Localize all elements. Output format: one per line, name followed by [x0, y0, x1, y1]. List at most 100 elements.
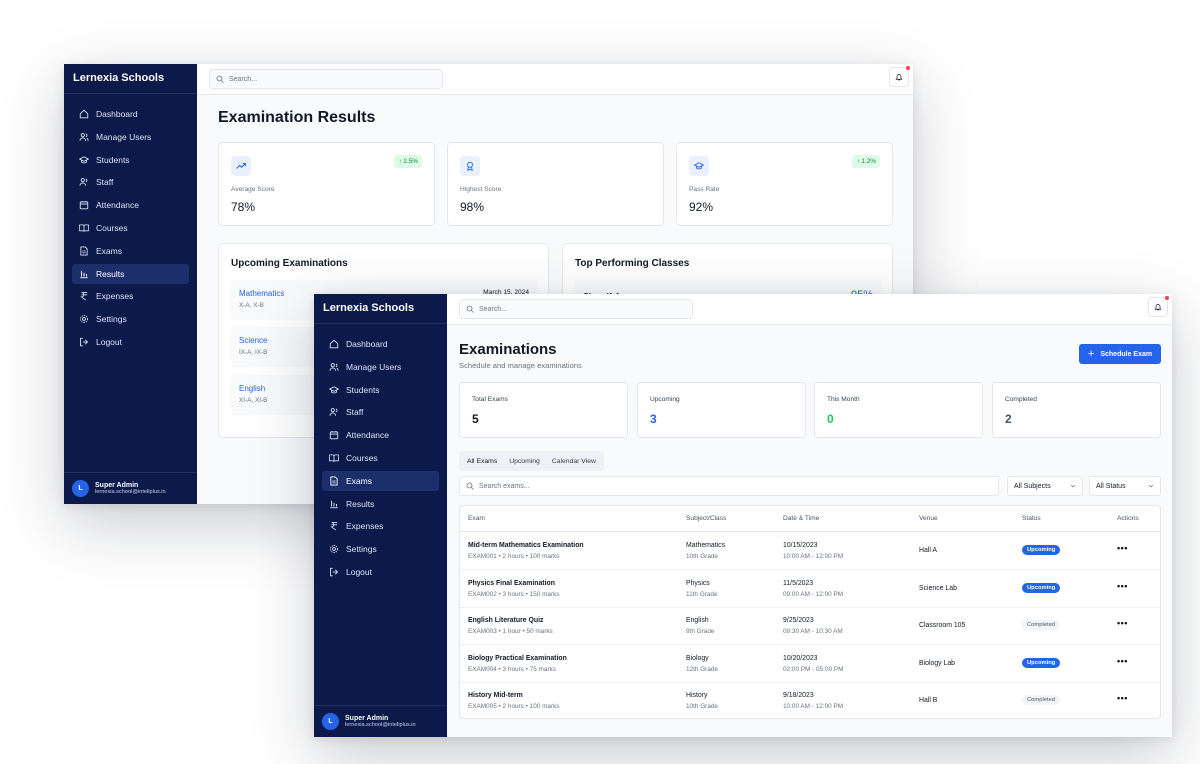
stat-value: 2 — [1005, 412, 1012, 426]
sidebar-item-expenses[interactable]: Expenses — [322, 516, 439, 536]
examinations-window: Lernexia Schools Dashboard Manage Users St… — [314, 294, 1172, 737]
exam-name: Mid-term Mathematics Examination — [468, 542, 584, 549]
sidebar-item-label: Exams — [96, 245, 122, 256]
sidebar-item-label: Expenses — [346, 521, 384, 532]
exam-search-input[interactable]: Search exams... — [459, 476, 999, 496]
sidebar-item-exams[interactable]: Exams — [72, 241, 189, 261]
notification-dot — [1165, 296, 1169, 300]
settings-icon — [330, 545, 338, 554]
status-badge: Completed — [1022, 620, 1061, 631]
sidebar-item-manage-users[interactable]: Manage Users — [72, 127, 189, 147]
sidebar-item-expenses[interactable]: Expenses — [72, 286, 189, 306]
sidebar-item-attendance[interactable]: Attendance — [72, 195, 189, 215]
tab-calendar-view[interactable]: Calendar View — [547, 453, 601, 469]
results-icon — [330, 500, 338, 508]
stat-total-exams: Total Exams 5 — [459, 382, 628, 438]
sidebar-item-logout[interactable]: Logout — [72, 332, 189, 352]
dashboard-icon — [329, 339, 339, 349]
exam-search-placeholder: Search exams... — [479, 482, 530, 490]
tab-upcoming[interactable]: Upcoming — [504, 453, 545, 469]
exam-subject: Biology — [686, 654, 709, 662]
notifications-button[interactable] — [1148, 296, 1169, 317]
exams-table: Exam Subject/Class Date & Time Venue Sta… — [459, 505, 1161, 719]
exam-grade: 10th Grade — [686, 553, 718, 560]
table-row[interactable]: Physics Final Examination EXAM002 • 3 hou… — [460, 570, 1160, 608]
exam-name: Biology Practical Examination — [468, 654, 567, 662]
schedule-exam-button[interactable]: + Schedule Exam — [1079, 344, 1161, 364]
table-row[interactable]: Biology Practical Examination EXAM004 • 3… — [460, 645, 1160, 683]
sidebar-item-staff[interactable]: Staff — [322, 402, 439, 422]
status-filter-select[interactable]: All Status — [1089, 476, 1161, 496]
sidebar-item-label: Manage Users — [96, 131, 152, 142]
user-profile[interactable]: L Super Admin lernexia.school@inteliplus… — [64, 472, 197, 504]
sidebar-item-courses[interactable]: Courses — [322, 448, 439, 468]
dashboard-icon — [79, 109, 89, 119]
exam-time: 09:00 AM - 12:00 PM — [783, 590, 844, 598]
row-actions-button[interactable]: ••• — [1117, 581, 1128, 591]
plus-icon: + — [1087, 348, 1095, 360]
exam-time: 09:30 AM - 10:30 AM — [783, 628, 843, 636]
stat-label: Upcoming — [650, 396, 680, 403]
row-actions-button[interactable]: ••• — [1117, 618, 1128, 628]
search-input[interactable]: Search... — [209, 69, 443, 89]
examinations-main: Examinations Schedule and manage examina… — [447, 325, 1172, 737]
stat-value: 5 — [472, 412, 479, 426]
tab-all-exams[interactable]: All Exams — [462, 453, 503, 469]
search-icon — [216, 75, 224, 83]
search-input[interactable]: Search... — [459, 299, 693, 319]
sidebar-item-students[interactable]: Students — [322, 380, 439, 400]
column-header: Exam — [468, 515, 485, 522]
exam-subject: English — [686, 617, 709, 625]
user-email: lernexia.school@inteliplus.in — [345, 722, 416, 728]
exam-grade: 9th Grade — [686, 628, 715, 636]
sidebar-item-courses[interactable]: Courses — [72, 218, 189, 238]
subject-filter-value: All Subjects — [1014, 482, 1051, 490]
brand-logo: Lernexia Schools — [314, 294, 447, 324]
sidebar-item-students[interactable]: Students — [72, 150, 189, 170]
sidebar-item-label: Attendance — [346, 430, 390, 441]
topbar: Search... — [197, 64, 913, 95]
stat-highest-score: Highest Score 98% — [447, 142, 664, 226]
sidebar-item-label: Courses — [96, 222, 128, 233]
avatar: L — [322, 713, 339, 730]
exam-meta: EXAM002 • 3 hours • 150 marks — [468, 590, 560, 598]
exam-name: English Literature Quiz — [468, 617, 544, 625]
exam-grade: 10th Grade — [686, 703, 718, 711]
students-icon — [329, 385, 339, 393]
exam-time: 10:00 AM - 12:00 PM — [783, 553, 844, 560]
sidebar-item-dashboard[interactable]: Dashboard — [72, 104, 189, 124]
user-profile[interactable]: L Super Admin lernexia.school@inteliplus… — [314, 705, 447, 737]
table-row[interactable]: History Mid-term EXAM005 • 2 hours • 100 … — [460, 682, 1160, 718]
trending-up-icon — [231, 156, 251, 176]
column-header: Status — [1022, 515, 1041, 522]
exam-meta: EXAM003 • 1 hour • 50 marks — [468, 628, 553, 636]
table-row[interactable]: Mid-term Mathematics Examination EXAM001 … — [460, 532, 1160, 570]
notifications-button[interactable] — [889, 66, 910, 87]
exam-grade: 11th Grade — [686, 590, 718, 598]
exam-date: 9/25/2023 — [783, 617, 814, 625]
sidebar-item-settings[interactable]: Settings — [72, 309, 189, 329]
staff-icon — [329, 408, 338, 417]
table-row[interactable]: English Literature Quiz EXAM003 • 1 hour … — [460, 607, 1160, 646]
row-actions-button[interactable]: ••• — [1117, 543, 1128, 553]
sidebar-item-exams[interactable]: Exams — [322, 470, 439, 491]
row-actions-button[interactable]: ••• — [1117, 656, 1128, 666]
bell-icon — [1154, 304, 1162, 311]
sidebar-item-staff[interactable]: Staff — [72, 172, 189, 192]
stat-label: Highest Score — [460, 186, 502, 193]
sidebar-item-manage-users[interactable]: Manage Users — [322, 357, 439, 377]
sidebar-item-results[interactable]: Results — [72, 263, 189, 284]
stat-this-month: This Month 0 — [814, 382, 983, 438]
sidebar-item-results[interactable]: Results — [322, 494, 439, 514]
sidebar-item-label: Attendance — [96, 200, 140, 211]
sidebar-item-logout[interactable]: Logout — [322, 562, 439, 582]
sidebar-item-dashboard[interactable]: Dashboard — [322, 334, 439, 354]
row-actions-button[interactable]: ••• — [1117, 693, 1128, 703]
stat-label: Total Exams — [472, 396, 508, 403]
search-icon — [466, 305, 474, 313]
sidebar-item-attendance[interactable]: Attendance — [322, 425, 439, 445]
topbar: Search... — [447, 294, 1172, 325]
subject-filter-select[interactable]: All Subjects — [1007, 476, 1083, 496]
exam-meta: EXAM005 • 2 hours • 100 marks — [468, 703, 560, 711]
sidebar-item-settings[interactable]: Settings — [322, 539, 439, 559]
